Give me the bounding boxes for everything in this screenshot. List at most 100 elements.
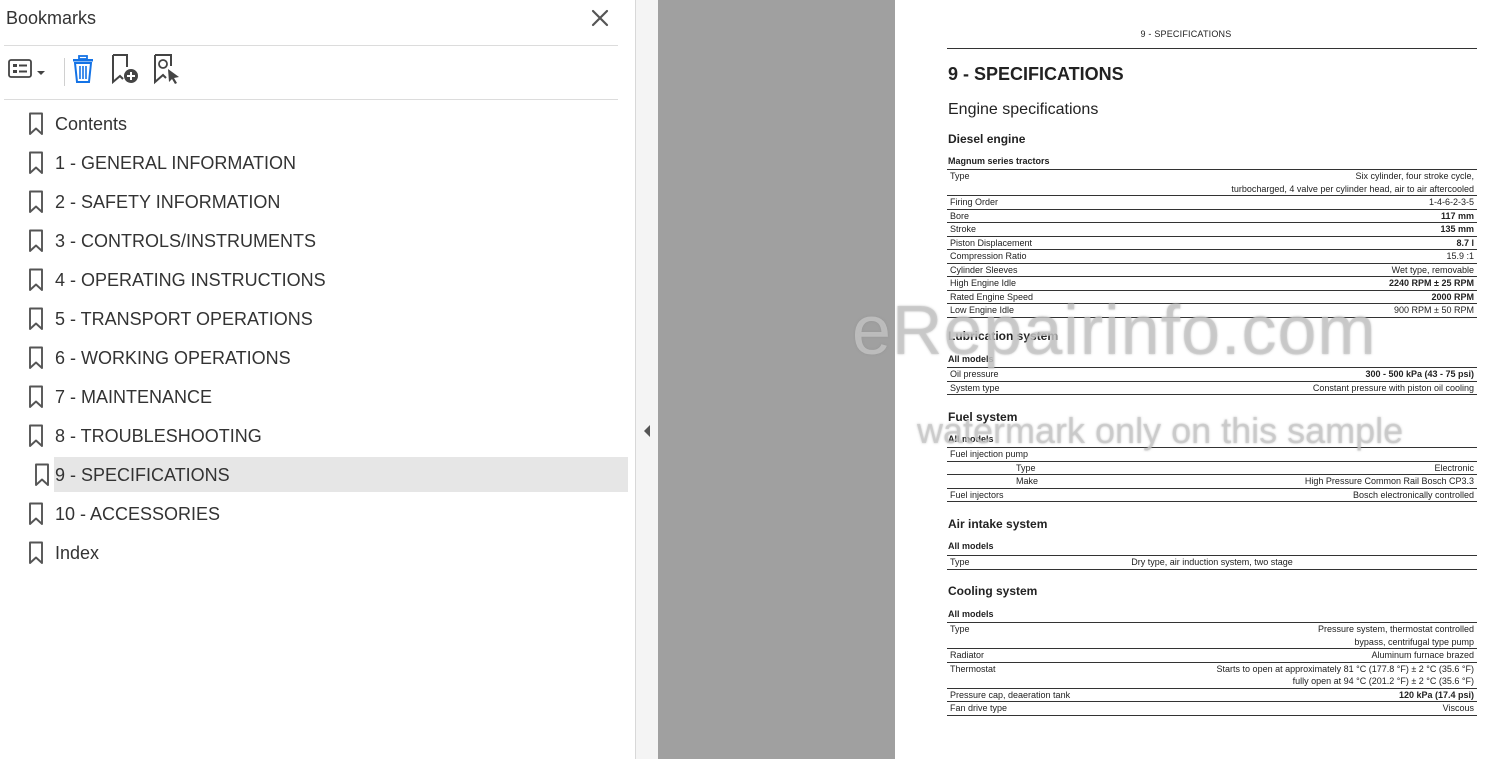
- spec-value: Viscous: [1442, 703, 1474, 713]
- new-bookmark-button[interactable]: [110, 53, 140, 90]
- bookmark-icon: [26, 268, 46, 292]
- spec-label: Stroke: [950, 224, 977, 234]
- cooling-heading: Cooling system: [948, 584, 1038, 598]
- bookmark-label: Index: [55, 543, 100, 563]
- fuel-table: Fuel injection pump Type Electronic Make Hi…: [947, 447, 1477, 502]
- spec-row: Cylinder Sleeves Wet type, removable: [947, 264, 1477, 277]
- find-bookmark-icon: [152, 53, 182, 90]
- spec-row: Stroke 135 mm: [947, 223, 1477, 237]
- bookmark-label: 9 - SPECIFICATIONS: [55, 465, 230, 485]
- spec-label: Pressure cap, deaeration tank: [950, 689, 1071, 700]
- spec-label: Type: [950, 624, 970, 634]
- bookmark-item[interactable]: Contents: [22, 106, 628, 141]
- spec-label: Fan drive type: [950, 703, 1008, 713]
- chevron-down-icon: [36, 65, 46, 83]
- bookmark-item[interactable]: 2 - SAFETY INFORMATION: [22, 184, 628, 219]
- lubrication-heading: Lubrication system: [948, 329, 1059, 343]
- diesel-table: Type Six cylinder, four stroke cycle, turb…: [947, 169, 1477, 318]
- spec-label: Firing Order: [950, 197, 999, 207]
- diesel-heading: Diesel engine: [948, 132, 1026, 146]
- cooling-sub: All models: [948, 609, 994, 619]
- spec-label: Rated Engine Speed: [950, 291, 1034, 302]
- toolbar-divider-line: [4, 99, 618, 100]
- delete-bookmark-button[interactable]: [70, 54, 96, 88]
- bookmark-item[interactable]: 7 - MAINTENANCE: [22, 379, 628, 414]
- spec-label: Oil pressure: [950, 369, 999, 379]
- spec-label: Fuel injection pump: [950, 449, 1029, 459]
- bookmark-icon: [26, 151, 46, 175]
- spec-label: Thermostat: [950, 663, 996, 674]
- spec-label: Bore: [950, 210, 970, 221]
- bookmark-icon: [26, 190, 46, 214]
- bookmark-item[interactable]: 1 - GENERAL INFORMATION: [22, 145, 628, 180]
- spec-row: Make High Pressure Common Rail Bosch CP3.…: [947, 475, 1477, 489]
- spec-value: Six cylinder, four stroke cycle, turbocha…: [1231, 171, 1474, 194]
- lubrication-sub: All models: [948, 354, 994, 364]
- bookmark-item[interactable]: 10 - ACCESSORIES: [22, 496, 628, 531]
- running-head: 9 - SPECIFICATIONS: [1140, 29, 1232, 39]
- bookmark-icon: [26, 541, 46, 565]
- bookmark-label: Contents: [55, 114, 128, 134]
- spec-label: Type: [1016, 462, 1036, 473]
- bookmark-icon: [26, 112, 46, 136]
- bookmark-icon: [32, 463, 52, 487]
- close-icon[interactable]: [588, 6, 612, 30]
- bookmark-icon: [26, 307, 46, 331]
- panel-splitter[interactable]: [636, 0, 658, 759]
- fuel-sub: All models: [948, 434, 994, 444]
- bookmark-item[interactable]: 8 - TROUBLESHOOTING: [22, 418, 628, 453]
- spec-row: Low Engine Idle 900 RPM ± 50 RPM: [947, 304, 1477, 318]
- bookmarks-panel: Bookmarks Contents 1 - GENERAL INFORMATI…: [0, 0, 636, 759]
- bookmark-label: 10 - ACCESSORIES: [55, 504, 221, 524]
- spec-value: Constant pressure with piston oil coolin…: [1312, 382, 1474, 393]
- bookmark-item[interactable]: Index: [22, 535, 628, 570]
- find-bookmark-button[interactable]: [152, 53, 182, 90]
- spec-row: Radiator Aluminum furnace brazed: [947, 649, 1477, 663]
- page-title: 9 - SPECIFICATIONS: [948, 64, 1124, 84]
- bookmark-label: 1 - GENERAL INFORMATION: [55, 153, 297, 173]
- bookmark-item[interactable]: 3 - CONTROLS/INSTRUMENTS: [22, 223, 628, 258]
- spec-label: System type: [950, 382, 1000, 393]
- spec-label: Type: [950, 171, 970, 181]
- header-rule: [947, 48, 1477, 49]
- spec-label: Low Engine Idle: [950, 305, 1015, 315]
- bookmark-item[interactable]: 9 - SPECIFICATIONS: [35, 457, 628, 492]
- collapse-arrow-icon[interactable]: [642, 423, 652, 439]
- bookmark-label: 8 - TROUBLESHOOTING: [55, 426, 262, 446]
- bookmark-label: 6 - WORKING OPERATIONS: [55, 348, 291, 368]
- bookmark-label: 5 - TRANSPORT OPERATIONS: [55, 309, 313, 329]
- document-background: [658, 0, 895, 759]
- spec-row: Fan drive type Viscous: [947, 702, 1477, 716]
- spec-row: Compression Ratio 15.9 :1: [947, 250, 1477, 264]
- spec-row: Type Dry type, air induction system, two …: [947, 556, 1477, 570]
- spec-value: Bosch electronically controlled: [1352, 489, 1474, 500]
- bookmark-icon: [26, 346, 46, 370]
- spec-row: Type Electronic: [947, 462, 1477, 475]
- air-sub: All models: [948, 541, 994, 551]
- bookmark-icon: [26, 229, 46, 253]
- bookmark-label: 7 - MAINTENANCE: [55, 387, 213, 407]
- spec-value: 2240 RPM ± 25 RPM: [1389, 278, 1474, 288]
- spec-row: Firing Order 1-4-6-2-3-5: [947, 196, 1477, 210]
- spec-row: Bore 117 mm: [947, 210, 1477, 223]
- spec-label: Cylinder Sleeves: [950, 264, 1018, 275]
- panel-title: Bookmarks: [6, 8, 97, 28]
- bookmark-item[interactable]: 6 - WORKING OPERATIONS: [22, 340, 628, 375]
- spec-row: System type Constant pressure with piston…: [947, 382, 1477, 395]
- bookmark-item[interactable]: 5 - TRANSPORT OPERATIONS: [22, 301, 628, 336]
- spec-row: Thermostat Starts to open at approximatel…: [947, 663, 1477, 689]
- bookmark-item[interactable]: 4 - OPERATING INSTRUCTIONS: [22, 262, 628, 297]
- spec-value: 135 mm: [1440, 224, 1474, 234]
- spec-row: Piston Displacement 8.7 l: [947, 237, 1477, 250]
- spec-label: Piston Displacement: [950, 237, 1033, 248]
- spec-label: Fuel injectors: [950, 489, 1004, 500]
- air-heading: Air intake system: [948, 517, 1048, 531]
- new-bookmark-icon: [110, 53, 140, 90]
- cooling-table: Type Pressure system, thermostat controll…: [947, 622, 1477, 716]
- lubrication-table: Oil pressure 300 - 500 kPa (43 - 75 psi) S…: [947, 367, 1477, 395]
- options-menu-button[interactable]: [6, 54, 48, 88]
- spec-row: Type Pressure system, thermostat controll…: [947, 623, 1477, 649]
- spec-value: Pressure system, thermostat controlled by…: [1317, 624, 1474, 647]
- spec-label: High Engine Idle: [950, 278, 1017, 288]
- spec-row: Type Six cylinder, four stroke cycle, turb…: [947, 170, 1477, 196]
